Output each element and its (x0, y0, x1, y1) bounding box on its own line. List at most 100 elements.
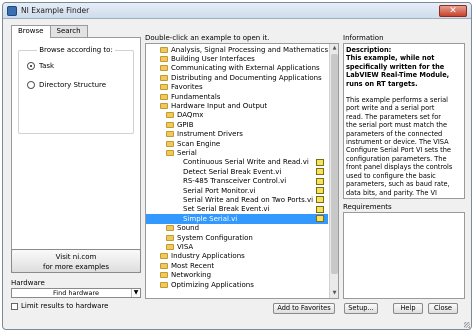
requirements-label: Requirements (343, 203, 392, 211)
tree-item-folder[interactable]: VISA (146, 242, 328, 251)
tree-item-label: Serial Write and Read on Two Ports.vi (183, 196, 314, 205)
description-note: This example, while not specifically wri… (346, 54, 450, 88)
scroll-thumb[interactable] (331, 54, 338, 274)
visit-line-1: Visit ni.com (55, 253, 97, 261)
tree-item-folder[interactable]: Serial (146, 148, 328, 157)
tree-item-folder[interactable]: Hardware Input and Output (146, 101, 328, 110)
example-finder-window: NI Example Finder ✕ Browse Search Browse… (2, 2, 472, 330)
tree-item-label: Communicating with External Applications (171, 64, 320, 73)
tree-instruction: Double-click an example to open it. (145, 34, 270, 42)
description-heading: Description: (346, 46, 392, 54)
hardware-dropdown[interactable]: Find hardware ▼ (11, 288, 141, 298)
folder-icon (160, 93, 168, 100)
tree-item-folder[interactable]: Industry Applications (146, 252, 328, 261)
close-button[interactable]: Close (428, 303, 458, 314)
folder-icon (160, 262, 168, 269)
tree-item-folder[interactable]: Favorites (146, 83, 328, 92)
vi-icon (316, 205, 324, 213)
tree-item-label: Set Serial Break Event.vi (183, 205, 270, 214)
vi-icon (316, 177, 324, 185)
tree-item-label: Most Recent (171, 261, 215, 270)
tree-item-vi[interactable]: Continuous Serial Write and Read.vi (146, 158, 328, 167)
browse-group: Browse according to: Task Directory Stru… (18, 46, 134, 134)
tree-item-folder[interactable]: Building User Interfaces (146, 54, 328, 63)
chevron-down-icon[interactable]: ▼ (131, 289, 140, 297)
tree-item-label: Distributing and Documenting Application… (171, 73, 322, 82)
radio-directory-label: Directory Structure (39, 81, 107, 89)
setup-button[interactable]: Setup... (344, 303, 378, 314)
tree-item-label: Simple Serial.vi (183, 214, 238, 223)
tree-item-vi[interactable]: Detect Serial Break Event.vi (146, 167, 328, 176)
tree-item-folder[interactable]: GPIB (146, 120, 328, 129)
tree-item-vi[interactable]: Serial Write and Read on Two Ports.vi (146, 195, 328, 204)
window-close-button[interactable]: ✕ (439, 5, 467, 17)
tree-item-label: GPIB (177, 120, 194, 129)
help-button[interactable]: Help (393, 303, 423, 314)
radio-task-label: Task (39, 62, 55, 70)
tree-item-folder[interactable]: Distributing and Documenting Application… (146, 73, 328, 82)
vi-icon (316, 215, 324, 223)
tree-item-label: Serial (177, 149, 197, 158)
browse-panel: Browse according to: Task Directory Stru… (11, 37, 141, 273)
visit-ni-button[interactable]: Visit ni.com for more examples (11, 249, 141, 273)
tree-item-label: Building User Interfaces (171, 55, 255, 64)
radio-unselected-icon (27, 81, 35, 89)
limit-hardware-checkbox[interactable]: Limit results to hardware (11, 302, 108, 310)
tree-item-folder[interactable]: Most Recent (146, 261, 328, 270)
radio-directory-structure[interactable]: Directory Structure (27, 81, 106, 89)
window-title: NI Example Finder (21, 6, 90, 15)
folder-icon (160, 56, 168, 63)
tree-item-folder[interactable]: Analysis, Signal Processing and Mathemat… (146, 45, 328, 54)
folder-icon (160, 46, 168, 53)
hardware-label: Hardware (11, 279, 45, 287)
tree-item-folder[interactable]: Scan Engine (146, 139, 328, 148)
tree-item-label: Optimizing Applications (171, 280, 254, 289)
tree-item-vi[interactable]: Set Serial Break Event.vi (146, 205, 328, 214)
tree-item-folder[interactable]: Fundamentals (146, 92, 328, 101)
tree-item-label: System Configuration (177, 233, 253, 242)
tree-item-vi[interactable]: Serial Port Monitor.vi (146, 186, 328, 195)
tree-item-folder[interactable]: Optimizing Applications (146, 280, 328, 289)
tree-item-folder[interactable]: System Configuration (146, 233, 328, 242)
folder-icon (166, 131, 174, 138)
checkbox-icon[interactable] (11, 302, 18, 310)
folder-icon (166, 150, 174, 157)
vi-icon (316, 168, 324, 176)
scroll-down-icon[interactable]: ▼ (330, 289, 338, 298)
tree-item-label: Instrument Drivers (177, 130, 243, 139)
tree-item-label: Continuous Serial Write and Read.vi (183, 158, 309, 167)
folder-icon (166, 140, 174, 147)
tab-browse[interactable]: Browse (11, 25, 51, 38)
title-bar[interactable]: NI Example Finder ✕ (3, 3, 471, 19)
requirements-box (343, 212, 465, 299)
tree-item-label: DAQmx (177, 111, 204, 120)
scroll-up-icon[interactable]: ▲ (330, 44, 338, 53)
folder-icon (160, 253, 168, 260)
tree-item-folder[interactable]: Communicating with External Applications (146, 64, 328, 73)
resize-grip-icon[interactable] (464, 322, 470, 328)
tree-item-folder[interactable]: Sound (146, 224, 328, 233)
tree-item-label: Sound (177, 224, 200, 233)
tree-item-label: Scan Engine (177, 139, 221, 148)
tree-scrollbar[interactable]: ▲ ▼ (329, 44, 338, 298)
add-to-favorites-button[interactable]: Add to Favorites (273, 303, 335, 314)
tab-search[interactable]: Search (49, 25, 88, 37)
radio-task[interactable]: Task (27, 62, 54, 70)
tree-item-label: Fundamentals (171, 92, 221, 101)
folder-icon (160, 74, 168, 81)
tree-item-vi[interactable]: Simple Serial.vi (146, 214, 328, 224)
browse-group-title: Browse according to: (37, 46, 115, 54)
tree-item-folder[interactable]: DAQmx (146, 111, 328, 120)
tree-item-folder[interactable]: Networking (146, 271, 328, 280)
information-box: Description: This example, while not spe… (343, 43, 465, 199)
folder-icon (160, 272, 168, 279)
tree-item-label: VISA (177, 243, 194, 252)
tree-item-label: Serial Port Monitor.vi (183, 186, 256, 195)
example-tree[interactable]: Analysis, Signal Processing and Mathemat… (145, 43, 339, 299)
tree-item-folder[interactable]: Instrument Drivers (146, 130, 328, 139)
tree-item-label: Industry Applications (171, 252, 245, 261)
tree-item-vi[interactable]: RS-485 Transceiver Control.vi (146, 177, 328, 186)
folder-icon (166, 244, 174, 251)
folder-icon (160, 84, 168, 91)
tree-item-label: Detect Serial Break Event.vi (183, 167, 282, 176)
